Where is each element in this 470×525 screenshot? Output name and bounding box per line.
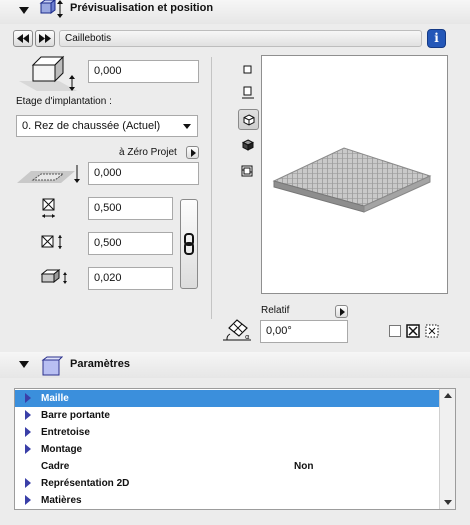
param-row-entretoise[interactable]: Entretoise <box>15 424 439 441</box>
storey-select[interactable]: 0. Rez de chaussée (Actuel) <box>16 115 198 137</box>
rotation-mode-label: Relatif <box>261 305 290 316</box>
dimension-a-field[interactable]: 0,500 <box>88 197 173 220</box>
width-dimension-icon <box>41 198 57 223</box>
expand-arrow-icon[interactable] <box>25 410 31 420</box>
view-elevation-icon[interactable] <box>241 86 255 103</box>
rewind-icon <box>17 34 29 43</box>
thickness-dimension-icon <box>40 268 69 289</box>
param-row-montage[interactable]: Montage <box>15 441 439 458</box>
view-2d-icon[interactable] <box>242 64 254 79</box>
storey-label: Etage d'implantation : <box>16 96 112 107</box>
elevation-icon <box>17 163 83 188</box>
panel-divider <box>211 57 212 319</box>
zero-project-label: à Zéro Projet <box>119 147 177 158</box>
collapse-triangle-icon[interactable] <box>19 7 29 14</box>
param-row-representation-2d[interactable]: Représentation 2D <box>15 475 439 492</box>
zero-project-popup-button[interactable] <box>186 146 199 159</box>
dimension-c-field[interactable]: 0,020 <box>88 267 173 290</box>
info-button[interactable]: i <box>427 29 446 48</box>
param-label: Entretoise <box>41 427 90 438</box>
object-preview-canvas[interactable] <box>261 55 448 294</box>
collapse-triangle-icon[interactable] <box>19 361 29 368</box>
zero-project-field[interactable]: 0,000 <box>88 162 199 185</box>
param-label: Barre portante <box>41 410 110 421</box>
param-label: Cadre <box>41 461 70 472</box>
preview-position-icon <box>39 0 65 23</box>
fast-forward-icon <box>39 34 51 43</box>
play-arrow-icon <box>340 308 345 316</box>
param-label: Maille <box>41 393 69 404</box>
expand-arrow-icon[interactable] <box>25 427 31 437</box>
info-icon: i <box>434 31 439 45</box>
rotation-angle-field[interactable]: 0,00° <box>260 320 348 343</box>
cube-outline-icon <box>243 114 255 126</box>
rotation-mode-popup-button[interactable] <box>335 305 348 318</box>
param-row-maille[interactable]: Maille <box>15 390 439 407</box>
view-section-icon[interactable] <box>240 164 254 181</box>
expand-arrow-icon[interactable] <box>25 393 31 403</box>
object-name-field[interactable]: Caillebotis <box>59 30 422 47</box>
next-object-button[interactable] <box>35 30 55 47</box>
previous-object-button[interactable] <box>13 30 33 47</box>
parameters-section-title: Paramètres <box>70 358 130 370</box>
storey-selected-value: 0. Rez de chaussée (Actuel) <box>22 120 161 132</box>
shaded-cube-icon[interactable] <box>241 139 255 154</box>
object-height-icon <box>17 55 79 96</box>
preview-section-header[interactable]: Prévisualisation et position <box>0 0 470 24</box>
param-label: Montage <box>41 444 83 455</box>
mirror-x-icon[interactable] <box>406 324 420 341</box>
length-dimension-icon <box>41 234 65 253</box>
param-label: Matières <box>41 495 82 506</box>
param-row-cadre[interactable]: Cadre Non <box>15 458 439 475</box>
chain-link-toggle[interactable] <box>180 199 198 289</box>
expand-arrow-icon[interactable] <box>25 444 31 454</box>
scroll-up-icon[interactable] <box>444 393 452 398</box>
play-arrow-icon <box>191 149 196 157</box>
chevron-down-icon <box>183 124 191 129</box>
param-value[interactable]: Non <box>294 458 313 475</box>
mirror-dotted-icon[interactable] <box>425 324 439 341</box>
rotation-angle-icon: α <box>221 316 253 347</box>
scroll-down-icon[interactable] <box>444 500 452 505</box>
svg-text:α: α <box>245 333 250 341</box>
dimension-b-field[interactable]: 0,500 <box>88 232 173 255</box>
parameters-list[interactable]: Maille Barre portante Entretoise Montage… <box>14 388 456 510</box>
param-row-matieres[interactable]: Matières <box>15 492 439 509</box>
expand-arrow-icon[interactable] <box>25 495 31 505</box>
view-3d-button[interactable] <box>238 109 259 130</box>
preview-section-title: Prévisualisation et position <box>70 2 214 14</box>
parameters-scrollbar[interactable] <box>439 389 455 509</box>
height-field[interactable]: 0,000 <box>88 60 199 83</box>
chain-link-icon <box>183 233 195 258</box>
param-row-barre-portante[interactable]: Barre portante <box>15 407 439 424</box>
expand-arrow-icon[interactable] <box>25 478 31 488</box>
parameters-icon <box>41 356 64 379</box>
parameters-section-header[interactable]: Paramètres <box>0 352 470 378</box>
grating-3d-preview <box>272 147 432 213</box>
param-label: Représentation 2D <box>41 478 130 489</box>
mirror-checkbox[interactable] <box>389 325 401 337</box>
